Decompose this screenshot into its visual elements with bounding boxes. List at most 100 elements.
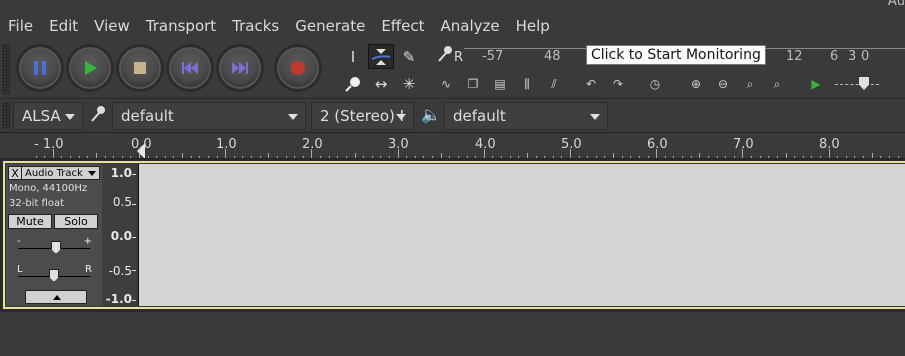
menu-help[interactable]: Help [508, 13, 558, 40]
gain-minus-label: - [17, 236, 21, 247]
copy-button[interactable]: ❐ [461, 72, 485, 96]
chevron-up-icon [53, 295, 61, 300]
amplitude-tick [132, 270, 136, 271]
recording-channels-value: 2 (Stereo) I [320, 107, 405, 125]
tools-toolbar: Ⅰ ✎ ↔ ✳ [340, 42, 426, 96]
skip-end-button[interactable] [216, 44, 264, 92]
recording-channels-select[interactable]: 2 (Stereo) I [311, 102, 414, 130]
envelope-icon [371, 48, 391, 65]
mute-button[interactable]: Mute [8, 214, 52, 229]
track-header: X Audio Track [8, 166, 100, 181]
cut-waveform-icon: ∿ [440, 77, 452, 91]
recording-meter[interactable]: R -57 48 8 12 6 3 0 Click to Start Monit… [432, 42, 905, 67]
menu-analyze[interactable]: Analyze [432, 13, 507, 40]
toolbar-area: Ⅰ ✎ ↔ ✳ R -57 48 8 12 [0, 40, 905, 98]
skip-to-start-icon [182, 62, 198, 74]
microphone-icon [89, 105, 107, 127]
speaker-icon: 🔈 [421, 105, 441, 124]
multi-tool[interactable]: ✳ [396, 71, 422, 96]
undo-button[interactable]: ↶ [579, 72, 603, 96]
stop-icon [134, 62, 146, 74]
menu-view[interactable]: View [86, 13, 138, 40]
silence-audio-icon: ⫽ [551, 76, 557, 91]
toolbar-grip[interactable] [2, 102, 10, 129]
amplitude-tick [132, 300, 136, 301]
menu-file[interactable]: File [0, 13, 41, 40]
monitoring-tooltip: Click to Start Monitoring [586, 45, 766, 65]
copy-icon: ❐ [467, 77, 479, 91]
meter-scale-label: 12 [786, 49, 803, 64]
zoom-in-button[interactable]: ⊕ [684, 72, 708, 96]
undo-icon: ↶ [585, 77, 597, 91]
transport-toolbar [0, 40, 330, 98]
amplitude-tick [132, 174, 136, 175]
toolbar-grip[interactable] [2, 44, 10, 94]
skip-to-end-icon [232, 62, 248, 74]
gain-slider-thumb[interactable] [51, 241, 61, 254]
track-close-button[interactable]: X [8, 166, 22, 180]
track-bit-depth: 32-bit float [9, 198, 65, 209]
sync-lock-button[interactable]: ◷ [643, 72, 667, 96]
envelope-tool[interactable] [368, 44, 394, 69]
record-icon [291, 61, 305, 75]
fit-selection-icon: ⌕ [746, 76, 754, 91]
solo-button[interactable]: Solo [54, 214, 98, 229]
amplitude-tick [132, 237, 136, 238]
fit-project-button[interactable]: ⌕ [765, 72, 789, 96]
play-at-speed-button[interactable]: ▶ [804, 72, 828, 96]
amplitude-label: 0.0 [110, 229, 132, 243]
menu-edit[interactable]: Edit [41, 13, 86, 40]
paste-icon: ▤ [494, 77, 506, 91]
slider-thumb[interactable] [859, 77, 869, 90]
trim-audio-icon: ⫼ [524, 76, 530, 91]
draw-tool[interactable]: ✎ [396, 44, 422, 69]
pan-right-label: R [85, 264, 92, 275]
audio-host-select[interactable]: ALSA [13, 102, 83, 130]
stop-button[interactable] [116, 44, 164, 92]
playback-device-select[interactable]: default [444, 102, 608, 130]
paste-button[interactable]: ▤ [488, 72, 512, 96]
pencil-icon: ✎ [402, 47, 416, 66]
menu-transport[interactable]: Transport [138, 13, 224, 40]
time-shift-tool[interactable]: ↔ [368, 71, 394, 96]
recording-device-select[interactable]: default [112, 102, 306, 130]
meter-scale-label: 3 [848, 49, 857, 64]
ruler-label: 2.0 [302, 137, 323, 152]
pan-slider[interactable]: L R [14, 264, 94, 284]
menu-tracks[interactable]: Tracks [224, 13, 287, 40]
play-speed-slider[interactable] [831, 72, 881, 96]
playback-device-value: default [453, 107, 506, 125]
skip-start-button[interactable] [166, 44, 214, 92]
amplitude-label: 0.5 [112, 195, 132, 209]
redo-button[interactable]: ↷ [606, 72, 630, 96]
audio-track[interactable]: X Audio Track Mono, 44100Hz 32-bit float… [3, 161, 905, 309]
slider-track [835, 84, 879, 85]
menu-generate[interactable]: Generate [287, 13, 373, 40]
ruler-label: 7.0 [733, 137, 754, 152]
menu-effect[interactable]: Effect [373, 13, 432, 40]
selection-tool[interactable]: Ⅰ [340, 44, 366, 69]
meter-scale-label: 0 [861, 49, 870, 64]
record-button[interactable] [274, 44, 322, 92]
track-format: Mono, 44100Hz [9, 183, 88, 194]
zoom-in-icon: ⊕ [690, 77, 702, 91]
meter-scale-label: 48 [544, 49, 561, 64]
play-button[interactable] [66, 44, 114, 92]
timeline-ruler[interactable]: - 1.0 0.0 1.0 2.0 3.0 4.0 5.0 6.0 7.0 8.… [0, 132, 905, 159]
pause-button[interactable] [16, 44, 64, 92]
pan-slider-thumb[interactable] [49, 269, 59, 282]
gain-slider[interactable]: - + [14, 236, 94, 256]
i-beam-icon: Ⅰ [350, 47, 356, 66]
track-name-menu[interactable]: Audio Track [22, 166, 100, 180]
collapse-track-button[interactable] [25, 290, 87, 304]
cut-button[interactable]: ∿ [434, 72, 458, 96]
device-toolbar: ALSA default 2 (Stereo) I 🔈 default [0, 98, 905, 132]
fit-selection-button[interactable]: ⌕ [738, 72, 762, 96]
zoom-tool[interactable] [340, 71, 366, 96]
silence-button[interactable]: ⫽ [542, 72, 566, 96]
ruler-label: 4.0 [475, 137, 496, 152]
zoom-out-button[interactable]: ⊖ [711, 72, 735, 96]
trim-button[interactable]: ⫼ [515, 72, 539, 96]
amplitude-label: -1.0 [105, 292, 132, 306]
waveform-area[interactable] [138, 164, 905, 306]
